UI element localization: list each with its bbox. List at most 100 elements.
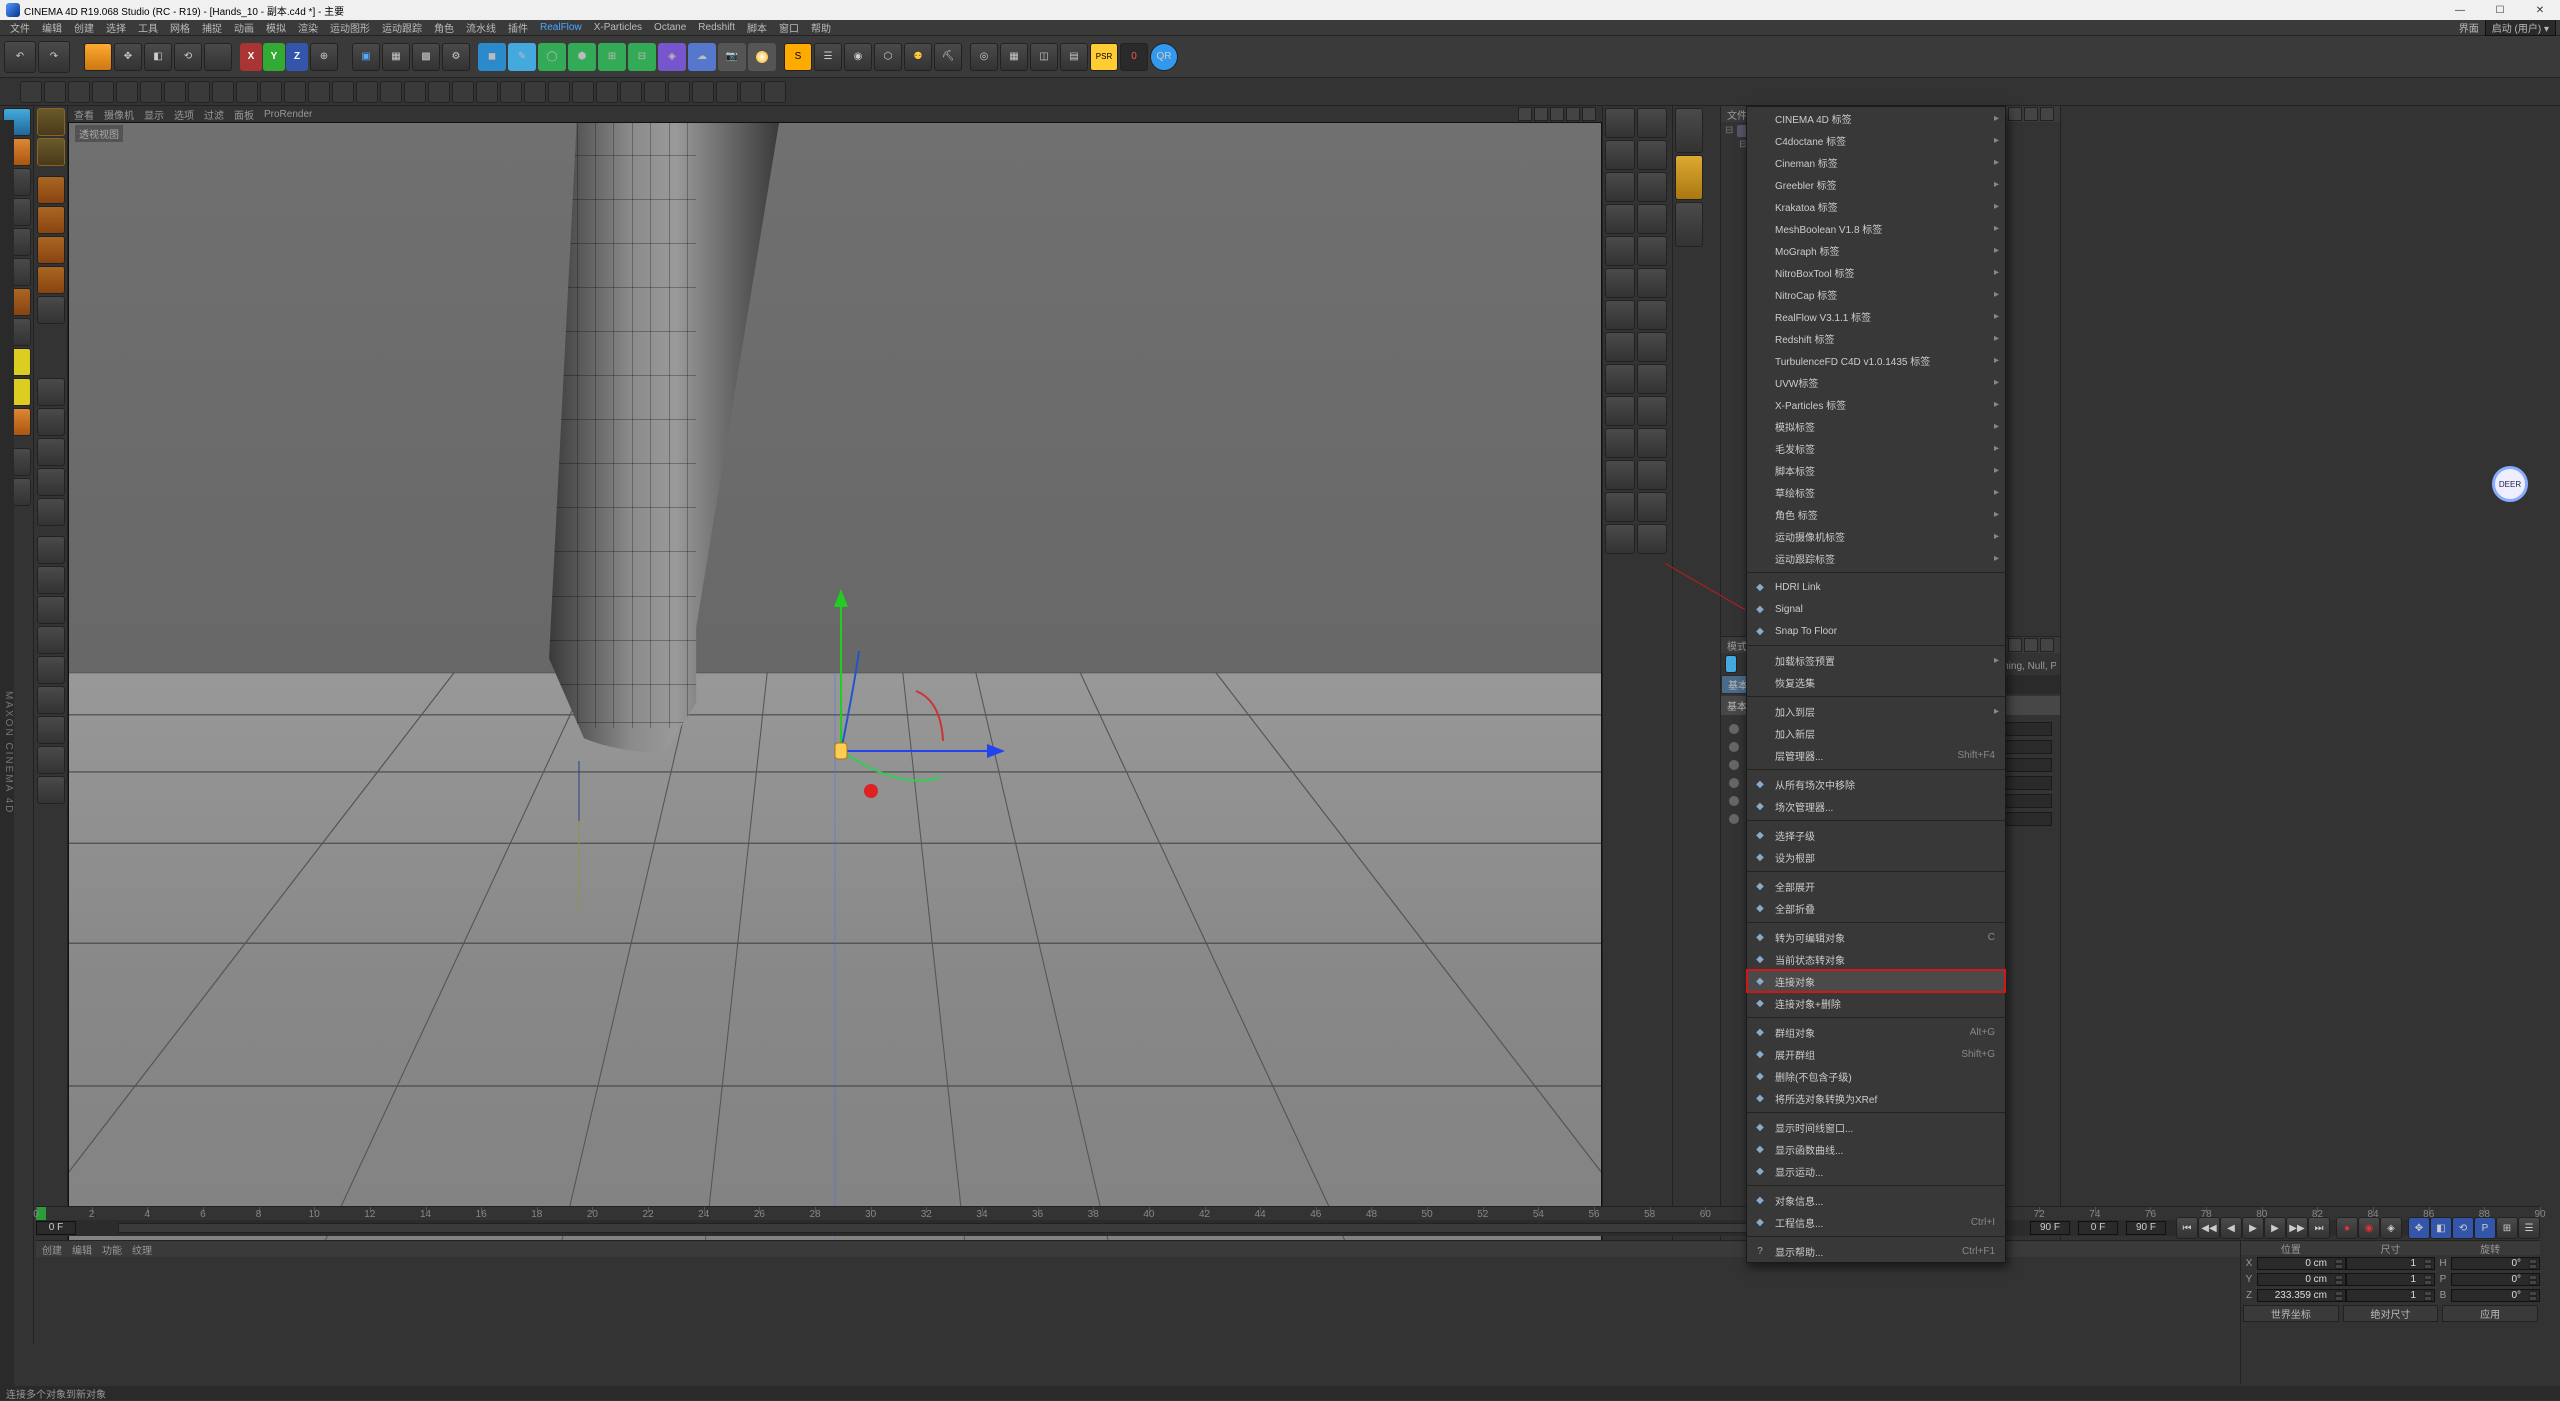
render-settings-button[interactable]: ⚙ — [442, 43, 470, 71]
timeline-ruler[interactable]: 0246810121416182022242628303234363840424… — [36, 1206, 2540, 1220]
ctx-显示函数曲线...[interactable]: ◆显示函数曲线... — [1747, 1138, 2005, 1160]
slidepoly-tool[interactable] — [37, 686, 65, 714]
render-pv-button[interactable]: ▩ — [412, 43, 440, 71]
next-key-button[interactable]: ▶▶ — [2286, 1217, 2308, 1239]
ctx-场次管理器...[interactable]: ◆场次管理器... — [1747, 795, 2005, 817]
ctx-当前状态转对象[interactable]: ◆当前状态转对象 — [1747, 948, 2005, 970]
soft-select-button[interactable] — [37, 138, 65, 166]
rtool-9-0[interactable] — [1605, 396, 1635, 426]
normal-tool[interactable] — [37, 716, 65, 744]
sec-tool-8[interactable] — [212, 81, 234, 103]
ctx-CINEMA 4D 标签[interactable]: CINEMA 4D 标签▸ — [1747, 107, 2005, 129]
attr-menu-模式[interactable]: 模式 — [1727, 638, 1747, 653]
ctx-X-Particles 标签[interactable]: X-Particles 标签▸ — [1747, 393, 2005, 415]
ctx-加入到层[interactable]: 加入到层▸ — [1747, 700, 2005, 722]
sec-tool-7[interactable] — [188, 81, 210, 103]
ctx-群组对象[interactable]: ◆群组对象Alt+G — [1747, 1021, 2005, 1043]
rtool-10-1[interactable] — [1637, 428, 1667, 458]
panel-btn-1[interactable] — [1675, 108, 1703, 153]
key-scale-button[interactable]: ◧ — [2430, 1217, 2452, 1239]
coord-pos-X[interactable]: 0 cm — [2257, 1257, 2346, 1270]
menu-动画[interactable]: 动画 — [228, 20, 260, 35]
rtool-4-1[interactable] — [1637, 236, 1667, 266]
ctx-角色 标签[interactable]: 角色 标签▸ — [1747, 503, 2005, 525]
timeline-start-field[interactable]: 0 F — [36, 1221, 76, 1235]
xp-button-3[interactable]: ▤ — [1060, 43, 1088, 71]
menu-Octane[interactable]: Octane — [648, 22, 692, 33]
attr-misc2-button[interactable] — [2008, 638, 2022, 652]
move-tool[interactable]: ✥ — [114, 43, 142, 71]
menu-渲染[interactable]: 渲染 — [292, 20, 324, 35]
tracker-button[interactable]: ◎ — [970, 43, 998, 71]
vp-nav-4-button[interactable] — [1566, 107, 1580, 121]
ctx-运动摄像机标签[interactable]: 运动摄像机标签▸ — [1747, 525, 2005, 547]
phong-sel-tool[interactable] — [37, 498, 65, 526]
om-eye-button[interactable] — [2024, 107, 2038, 121]
menu-运动图形[interactable]: 运动图形 — [324, 20, 376, 35]
record-button[interactable]: ● — [2336, 1217, 2358, 1239]
menu-帮助[interactable]: 帮助 — [805, 20, 837, 35]
ctx-全部折叠[interactable]: ◆全部折叠 — [1747, 897, 2005, 919]
ctx-对象信息...[interactable]: ◆对象信息... — [1747, 1189, 2005, 1211]
ctx-Krakatoa 标签[interactable]: Krakatoa 标签▸ — [1747, 195, 2005, 217]
sec-tool-25[interactable] — [620, 81, 642, 103]
rtool-2-0[interactable] — [1605, 172, 1635, 202]
sec-tool-1[interactable] — [44, 81, 66, 103]
vp-menu-显示[interactable]: 显示 — [144, 107, 164, 122]
ctx-层管理器...[interactable]: 层管理器...Shift+F4 — [1747, 744, 2005, 766]
sculpt-button[interactable]: ⛏ — [934, 43, 962, 71]
sec-tool-15[interactable] — [380, 81, 402, 103]
melt-tool[interactable] — [37, 626, 65, 654]
ctx-运动跟踪标签[interactable]: 运动跟踪标签▸ — [1747, 547, 2005, 569]
ctx-选择子级[interactable]: ◆选择子级 — [1747, 824, 2005, 846]
menu-文件[interactable]: 文件 — [4, 20, 36, 35]
optimize-tool[interactable] — [37, 746, 65, 774]
sec-tool-22[interactable] — [548, 81, 570, 103]
redo-button[interactable]: ↷ — [38, 41, 70, 73]
move-gizmo[interactable] — [801, 581, 1001, 801]
make-editable-button[interactable] — [37, 108, 65, 136]
vp-menu-ProRender[interactable]: ProRender — [264, 109, 312, 120]
timeline-track[interactable]: 0 F 90 F 0 F 90 F ⏮ ◀◀ ◀ ▶ ▶ ▶▶ ⏭ ● ◉ ◈ … — [36, 1220, 2540, 1236]
ctx-Signal[interactable]: ◆Signal — [1747, 598, 2005, 620]
rtool-2-1[interactable] — [1637, 172, 1667, 202]
ctx-TurbulenceFD C4D v1.0.1435 标签[interactable]: TurbulenceFD C4D v1.0.1435 标签▸ — [1747, 349, 2005, 371]
sec-tool-5[interactable] — [140, 81, 162, 103]
menu-运动跟踪[interactable]: 运动跟踪 — [376, 20, 428, 35]
key-param-button[interactable]: P — [2474, 1217, 2496, 1239]
sec-tool-11[interactable] — [284, 81, 306, 103]
attr-misc4-button[interactable] — [2040, 638, 2054, 652]
timeline-end-field[interactable]: 90 F — [2126, 1221, 2166, 1235]
mat-menu-纹理[interactable]: 纹理 — [132, 1242, 152, 1257]
timeline-vis-end-field[interactable]: 90 F — [2030, 1221, 2070, 1235]
ctx-RealFlow V3.1.1 标签[interactable]: RealFlow V3.1.1 标签▸ — [1747, 305, 2005, 327]
add-light-button[interactable] — [748, 43, 776, 71]
perspective-viewport[interactable]: 透视视图 — [68, 122, 1602, 1344]
menu-编辑[interactable]: 编辑 — [36, 20, 68, 35]
ctx-MoGraph 标签[interactable]: MoGraph 标签▸ — [1747, 239, 2005, 261]
ctx-HDRI Link[interactable]: ◆HDRI Link — [1747, 576, 2005, 598]
rtool-13-0[interactable] — [1605, 524, 1635, 554]
key-pos-button[interactable]: ✥ — [2408, 1217, 2430, 1239]
vp-nav-5-button[interactable] — [1582, 107, 1596, 121]
sec-tool-23[interactable] — [572, 81, 594, 103]
ring-sel-tool[interactable] — [37, 408, 65, 436]
key-opt-button[interactable]: ☰ — [2518, 1217, 2540, 1239]
fill-sel-tool[interactable] — [37, 438, 65, 466]
rtool-12-1[interactable] — [1637, 492, 1667, 522]
prev-key-button[interactable]: ◀◀ — [2198, 1217, 2220, 1239]
path-sel-tool[interactable] — [37, 468, 65, 496]
live-select-tool[interactable] — [84, 43, 112, 71]
key-rot-button[interactable]: ⟲ — [2452, 1217, 2474, 1239]
loop-sel-tool[interactable] — [37, 378, 65, 406]
sec-tool-18[interactable] — [452, 81, 474, 103]
rtool-7-1[interactable] — [1637, 332, 1667, 362]
rtool-1-0[interactable] — [1605, 140, 1635, 170]
ctx-设为根部[interactable]: ◆设为根部 — [1747, 846, 2005, 868]
sec-tool-17[interactable] — [428, 81, 450, 103]
attr-misc3-button[interactable] — [2024, 638, 2038, 652]
vp-menu-摄像机[interactable]: 摄像机 — [104, 107, 134, 122]
play-button[interactable]: ▶ — [2242, 1217, 2264, 1239]
add-nurbs-button[interactable]: ◯ — [538, 43, 566, 71]
om-menu-文件[interactable]: 文件 — [1727, 107, 1747, 122]
